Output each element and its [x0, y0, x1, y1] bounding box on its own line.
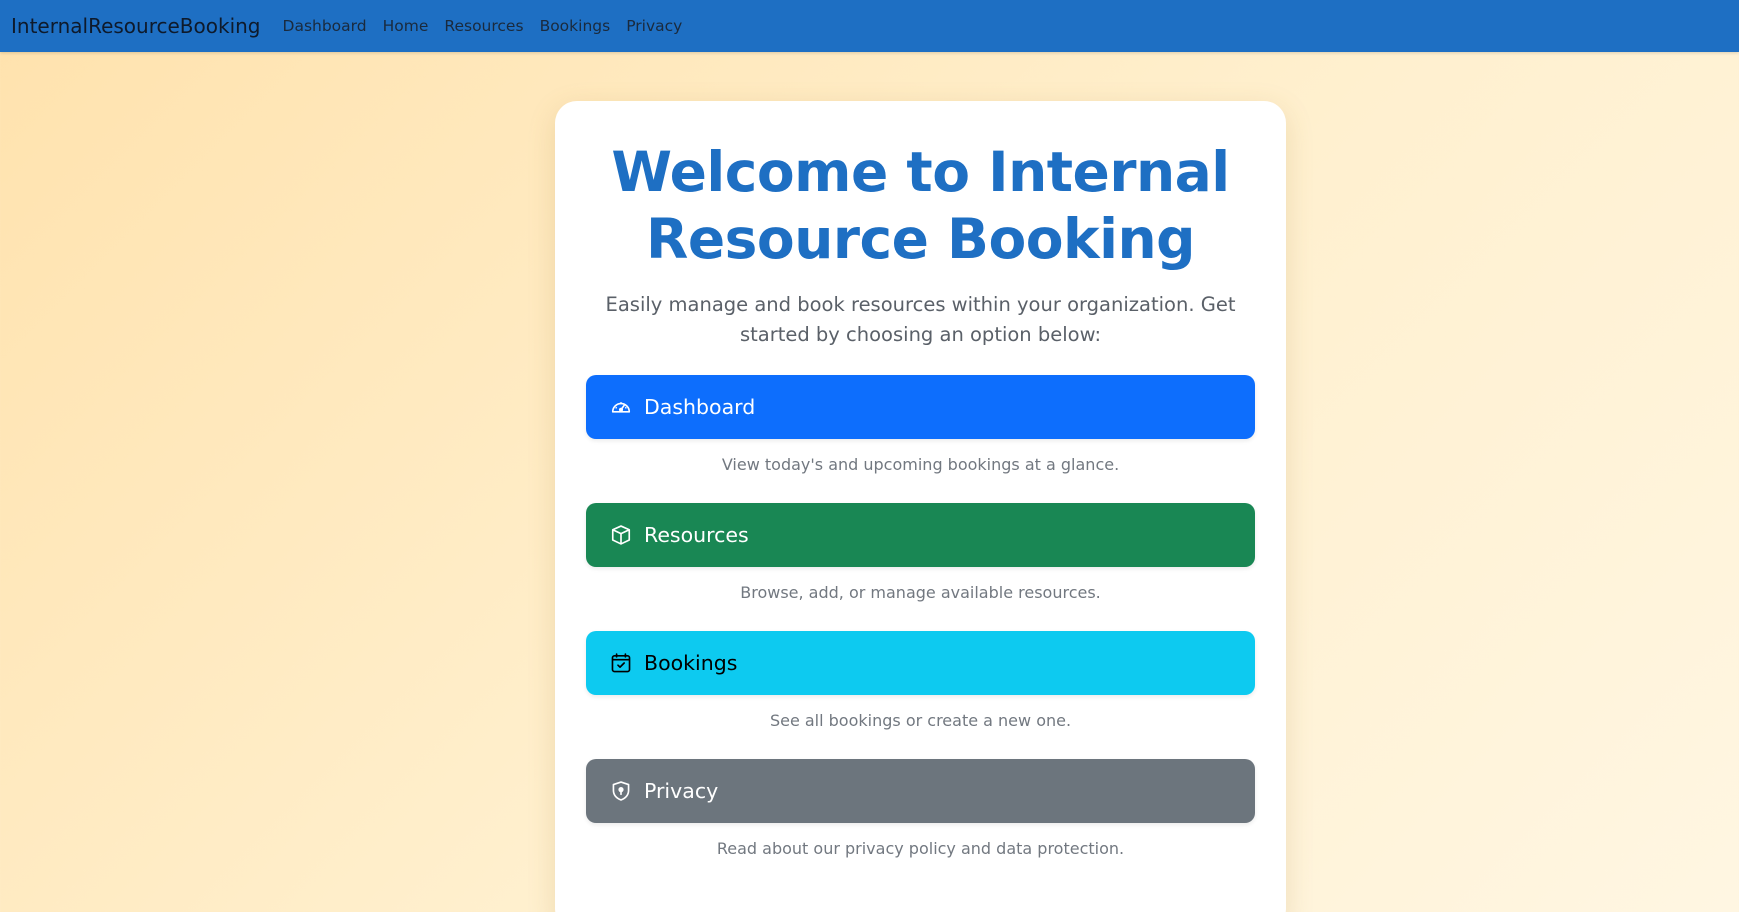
dashboard-description: View today's and upcoming bookings at a …: [721, 455, 1120, 474]
box-icon: [610, 524, 632, 546]
dashboard-button-label: Dashboard: [644, 395, 756, 419]
privacy-button-label: Privacy: [644, 779, 719, 803]
shield-lock-icon: [610, 780, 632, 802]
nav-link-resources[interactable]: Resources: [436, 17, 531, 35]
brand-link[interactable]: InternalResourceBooking: [11, 14, 261, 38]
privacy-description: Read about our privacy policy and data p…: [716, 839, 1125, 858]
nav-link-bookings[interactable]: Bookings: [532, 17, 619, 35]
privacy-button[interactable]: Privacy: [586, 759, 1255, 823]
speedometer-icon: [610, 396, 632, 418]
resources-button-label: Resources: [644, 523, 749, 547]
top-navbar: InternalResourceBooking Dashboard Home R…: [0, 0, 1739, 52]
resources-button[interactable]: Resources: [586, 503, 1255, 567]
page-title: Welcome to Internal Resource Booking: [611, 140, 1230, 271]
bookings-button-label: Bookings: [644, 651, 738, 675]
resources-description: Browse, add, or manage available resourc…: [740, 583, 1101, 602]
page-subtitle: Easily manage and book resources within …: [605, 293, 1236, 346]
nav-link-dashboard[interactable]: Dashboard: [275, 17, 375, 35]
dashboard-button[interactable]: Dashboard: [586, 375, 1255, 439]
welcome-card: Welcome to Internal Resource Booking Eas…: [555, 101, 1286, 912]
calendar-check-icon: [610, 652, 632, 674]
nav-links: Dashboard Home Resources Bookings Privac…: [275, 17, 691, 35]
bookings-description: See all bookings or create a new one.: [769, 711, 1072, 730]
nav-link-home[interactable]: Home: [375, 17, 437, 35]
nav-link-privacy[interactable]: Privacy: [618, 17, 690, 35]
bookings-button[interactable]: Bookings: [586, 631, 1255, 695]
